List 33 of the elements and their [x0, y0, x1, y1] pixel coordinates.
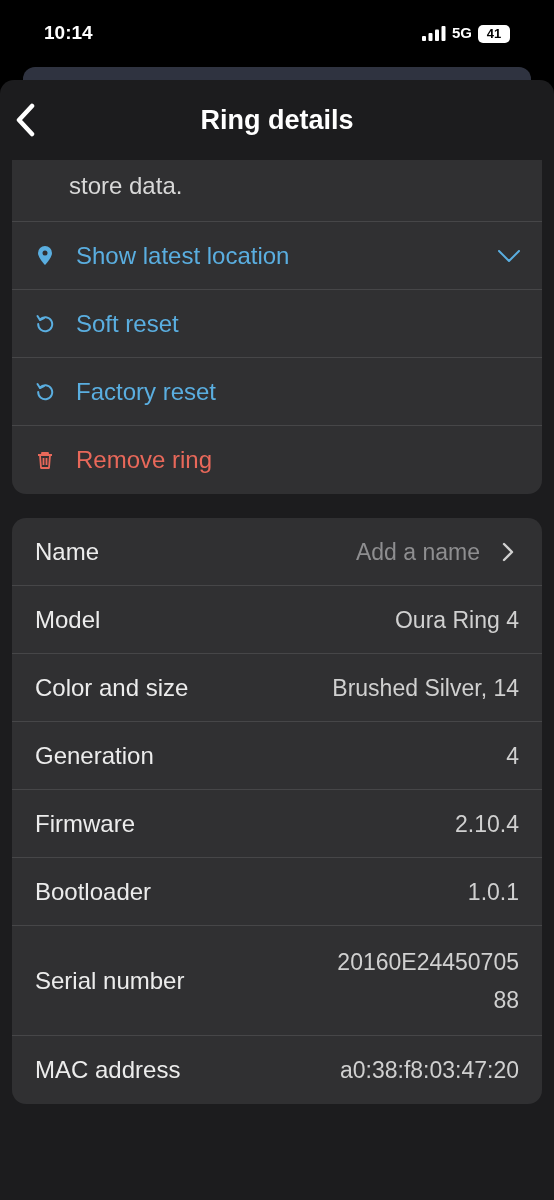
detail-label: Firmware — [35, 808, 135, 839]
chevron-right-icon — [502, 541, 514, 562]
description-text: store data. — [69, 171, 183, 201]
reset-icon — [36, 381, 54, 402]
status-time: 10:14 — [44, 21, 93, 46]
detail-label: Model — [35, 604, 101, 635]
action-item[interactable]: Remove ring — [36, 442, 213, 478]
detail-label: Bootloader — [35, 876, 152, 907]
back-icon — [15, 103, 35, 137]
reset-icon — [36, 313, 54, 334]
pin-icon — [36, 245, 54, 266]
action-item[interactable]: Show latest location — [36, 237, 290, 274]
detail-label: MAC address — [35, 1055, 181, 1085]
signal-icon — [422, 26, 446, 41]
detail-value: 20160E24450705 88 — [337, 947, 519, 1015]
detail-value: Oura Ring 4 — [395, 605, 519, 635]
chevron-down-icon[interactable] — [498, 249, 520, 262]
detail-value: 4 — [506, 741, 519, 771]
detail-value: a0:38:f8:03:47:20 — [339, 1056, 519, 1085]
detail-value: Brushed Silver, 14 — [332, 673, 519, 703]
detail-value: 1.0.1 — [467, 877, 519, 907]
trash-icon — [36, 449, 54, 471]
name-link[interactable]: Add a name — [355, 532, 480, 571]
detail-value: 2.10.4 — [455, 809, 519, 839]
battery-indicator: 41 — [478, 24, 510, 43]
action-item[interactable]: Factory reset — [36, 373, 217, 410]
network-label: 5G — [452, 23, 472, 44]
detail-label: Generation — [35, 740, 154, 771]
detail-label: Serial number — [35, 965, 185, 996]
detail-label: Color and size — [35, 672, 189, 703]
screen-title: Ring details — [200, 103, 354, 137]
action-item[interactable]: Soft reset — [36, 305, 179, 342]
detail-label: Name — [35, 536, 100, 567]
